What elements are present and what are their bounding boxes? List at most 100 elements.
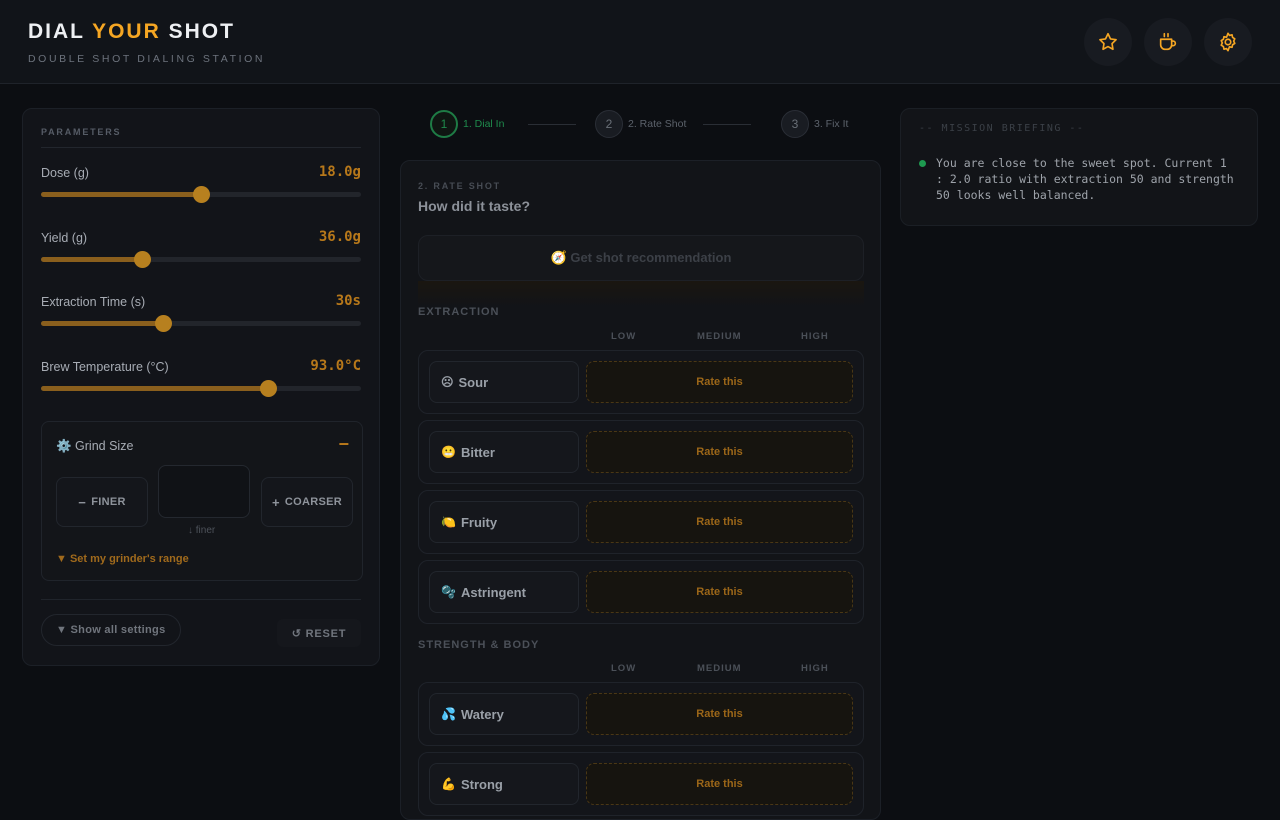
- taste-label: 🍋 Fruity: [429, 501, 579, 543]
- taste-row-bitter: 😬 Bitter Rate this: [418, 420, 864, 484]
- divider: [41, 147, 361, 148]
- rate-watery-button[interactable]: Rate this: [586, 693, 853, 735]
- favorites-button[interactable]: [1084, 18, 1132, 66]
- step-label: 1. Dial In: [463, 118, 505, 130]
- taste-row-sour: ☹ Sour Rate this: [418, 350, 864, 414]
- time-value: 30s: [335, 293, 361, 309]
- dose-slider-thumb[interactable]: [193, 186, 210, 203]
- temperature-slider-thumb[interactable]: [260, 380, 278, 397]
- taste-name: Watery: [460, 706, 504, 722]
- step-rate-shot[interactable]: 2 2. Rate Shot: [595, 110, 686, 138]
- extraction-category-title: EXTRACTION: [418, 306, 500, 318]
- coarser-button[interactable]: + COARSER: [261, 477, 353, 527]
- coarser-label: COARSER: [284, 496, 342, 508]
- dose-label: Dose (g): [41, 166, 89, 180]
- rate-sour-button[interactable]: Rate this: [586, 361, 853, 403]
- taste-label: 💪 Strong: [429, 763, 579, 805]
- gear-icon: [1220, 32, 1236, 52]
- grind-value-box: [158, 465, 250, 518]
- finer-label: FINER: [91, 496, 126, 508]
- show-all-settings-button[interactable]: ▼ Show all settings: [41, 614, 181, 646]
- grind-size-title: ⚙️ Grind Size: [56, 439, 134, 453]
- flexed-arm-icon: 💪: [441, 777, 456, 791]
- time-slider[interactable]: [41, 315, 361, 332]
- sour-face-icon: ☹: [441, 375, 454, 389]
- divider: [41, 599, 361, 600]
- coffee-cup-icon: [1159, 32, 1177, 51]
- time-slider-group: Extraction Time (s) 30s: [41, 293, 361, 345]
- step-number: 3: [781, 110, 809, 138]
- parameters-label: PARAMETERS: [41, 127, 122, 137]
- finer-button[interactable]: − FINER: [56, 477, 148, 527]
- bubbles-icon: 🫧: [441, 585, 456, 599]
- taste-row-strong: 💪 Strong Rate this: [418, 752, 864, 816]
- step-label: 2. Rate Shot: [628, 118, 687, 130]
- taste-label: ☹ Sour: [429, 361, 579, 403]
- grind-hint: ↓ finer: [188, 525, 216, 536]
- time-slider-thumb[interactable]: [154, 315, 172, 332]
- minus-icon: −: [78, 494, 87, 510]
- step-connector: [703, 124, 751, 125]
- rate-astringent-button[interactable]: Rate this: [586, 571, 853, 613]
- mission-briefing-label: -- MISSION BRIEFING --: [919, 123, 1085, 134]
- column-high: HIGH: [801, 663, 829, 674]
- reset-button[interactable]: ↺ RESET: [277, 619, 361, 647]
- title-part2: SHOT: [160, 20, 235, 43]
- lemon-icon: 🍋: [441, 515, 456, 529]
- rate-fruity-button[interactable]: Rate this: [586, 501, 853, 543]
- get-recommendation-button[interactable]: 🧭 Get shot recommendation: [418, 235, 864, 281]
- temperature-value: 93.0°C: [310, 358, 361, 374]
- plus-icon: +: [271, 494, 280, 510]
- rate-bitter-button[interactable]: Rate this: [586, 431, 853, 473]
- status-dot-icon: [919, 160, 926, 167]
- temperature-slider[interactable]: [41, 380, 361, 397]
- star-icon: [1099, 32, 1117, 51]
- strength-category-title: STRENGTH & BODY: [418, 639, 540, 651]
- rate-shot-card: 2. RATE SHOT How did it taste? 🧭 Get sho…: [400, 160, 881, 820]
- button-glow: [418, 281, 864, 307]
- temperature-label: Brew Temperature (°C): [41, 360, 169, 374]
- app-subtitle: DOUBLE SHOT DIALING STATION: [28, 53, 266, 65]
- set-grinder-range-link[interactable]: ▼ Set my grinder's range: [56, 553, 189, 565]
- dose-slider[interactable]: [41, 186, 361, 203]
- taste-name: Fruity: [460, 514, 498, 530]
- droplets-icon: 💦: [441, 707, 456, 721]
- column-medium: MEDIUM: [697, 663, 742, 674]
- coffee-button[interactable]: [1144, 18, 1192, 66]
- step-fix-it[interactable]: 3 3. Fix It: [781, 110, 848, 138]
- grimace-face-icon: 😬: [441, 445, 456, 459]
- dose-value: 18.0g: [318, 164, 361, 180]
- taste-name: Astringent: [460, 584, 526, 600]
- taste-name: Sour: [458, 374, 489, 390]
- rate-shot-label: 2. RATE SHOT: [418, 181, 501, 191]
- temperature-slider-group: Brew Temperature (°C) 93.0°C: [41, 358, 361, 410]
- settings-button[interactable]: [1204, 18, 1252, 66]
- app-title: DIAL YOUR SHOT: [28, 20, 265, 44]
- taste-row-astringent: 🫧 Astringent Rate this: [418, 560, 864, 624]
- grind-size-card: ⚙️ Grind Size − − FINER ↓ finer + COARSER …: [41, 421, 363, 581]
- brand: DIAL YOUR SHOT DOUBLE SHOT DIALING STATI…: [28, 20, 265, 65]
- taste-label: 😬 Bitter: [429, 431, 579, 473]
- taste-name: Bitter: [460, 444, 495, 460]
- step-indicator: 1 1. Dial In 2 2. Rate Shot 3 3. Fix It: [400, 106, 880, 144]
- taste-name: Strong: [460, 776, 503, 792]
- column-low: LOW: [611, 663, 637, 674]
- taste-label: 🫧 Astringent: [429, 571, 579, 613]
- taste-row-watery: 💦 Watery Rate this: [418, 682, 864, 746]
- dose-slider-group: Dose (g) 18.0g: [41, 164, 361, 216]
- step-dial-in[interactable]: 1 1. Dial In: [430, 110, 504, 138]
- parameters-panel: PARAMETERS Dose (g) 18.0g Yield (g) 36.0…: [22, 108, 380, 666]
- rate-strong-button[interactable]: Rate this: [586, 763, 853, 805]
- step-label: 3. Fix It: [814, 118, 849, 130]
- mission-briefing-text: You are close to the sweet spot. Current…: [936, 156, 1234, 202]
- app-header: DIAL YOUR SHOT DOUBLE SHOT DIALING STATI…: [0, 0, 1280, 84]
- column-medium: MEDIUM: [697, 331, 742, 342]
- collapse-grind-button[interactable]: −: [338, 434, 349, 455]
- yield-slider-thumb[interactable]: [133, 251, 151, 268]
- taste-row-fruity: 🍋 Fruity Rate this: [418, 490, 864, 554]
- title-accent: YOUR: [92, 20, 161, 43]
- yield-slider-group: Yield (g) 36.0g: [41, 229, 361, 281]
- yield-slider[interactable]: [41, 251, 361, 268]
- column-high: HIGH: [801, 331, 829, 342]
- mission-briefing-panel: -- MISSION BRIEFING -- You are close to …: [900, 108, 1258, 226]
